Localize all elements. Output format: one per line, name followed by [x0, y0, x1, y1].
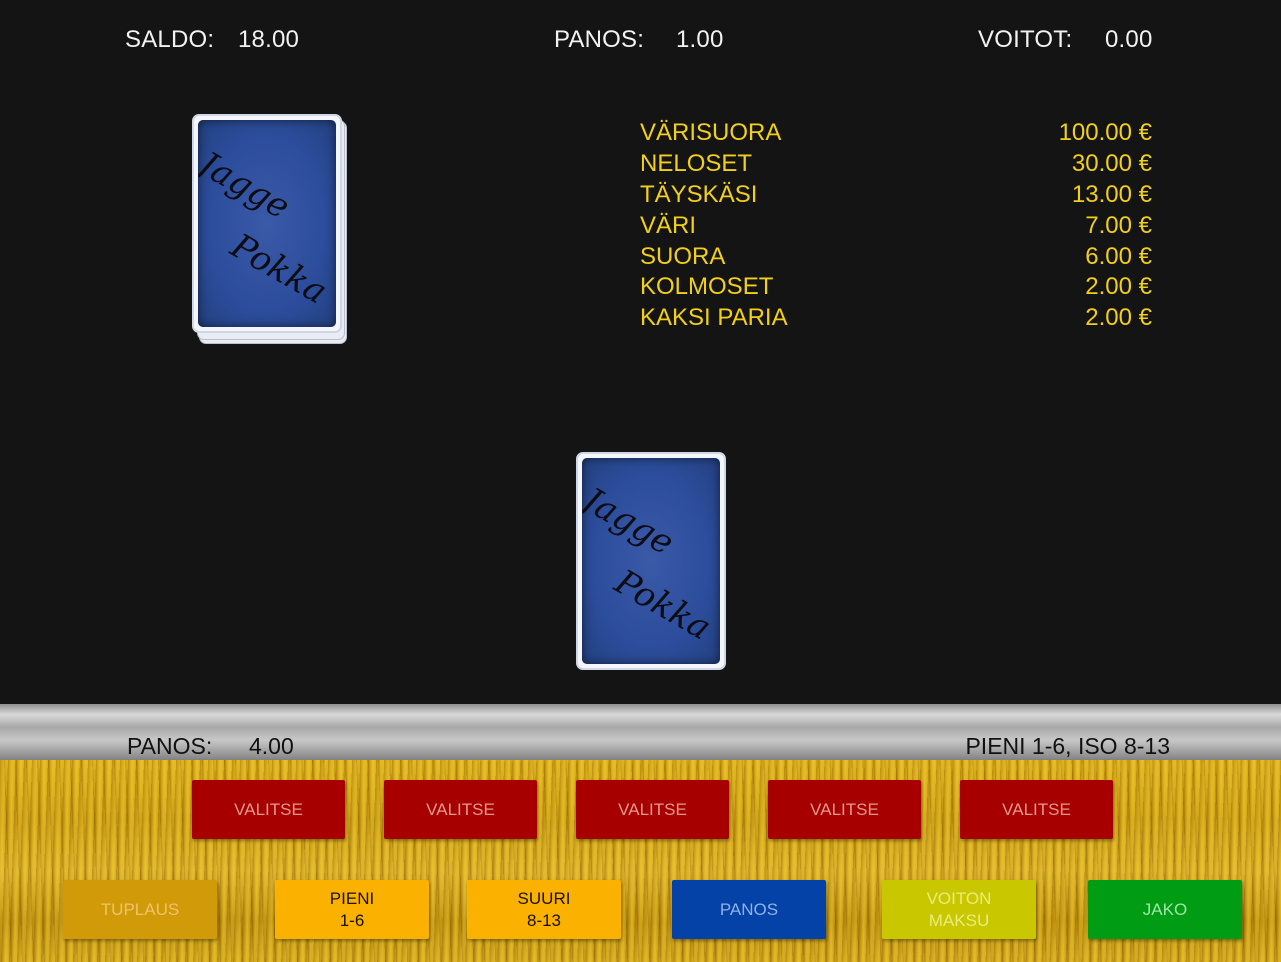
- select-button-4[interactable]: VALITSE: [768, 780, 921, 839]
- hand-payout: 100.00 €: [1058, 119, 1152, 147]
- hint-text: PIENI 1-6, ISO 8-13: [965, 733, 1170, 759]
- winnings-display: VOITOT: 0.00: [978, 26, 1152, 54]
- winnings-value: 0.00: [1105, 26, 1153, 53]
- saldo-display: SALDO: 18.00: [125, 26, 299, 54]
- hand-payout: 2.00 €: [1085, 273, 1152, 301]
- hand-name: KAKSI PARIA: [640, 304, 788, 332]
- deal-button[interactable]: JAKO: [1088, 880, 1242, 939]
- paytable-row: TÄYSKÄSI 13.00 €: [640, 180, 1152, 211]
- paytable-row: KAKSI PARIA 2.00 €: [640, 303, 1152, 334]
- bet-label: PANOS:: [554, 26, 645, 53]
- deck-top-card: Jagge Pokka: [192, 114, 342, 333]
- hand-name: KOLMOSET: [640, 273, 774, 301]
- hand-name: SUORA: [640, 242, 726, 270]
- card-back-text: Jagge: [198, 144, 297, 228]
- card-back-text: Pokka: [608, 562, 718, 649]
- hand-payout: 30.00 €: [1071, 150, 1152, 178]
- paytable-row: SUORA 6.00 €: [640, 241, 1152, 272]
- hand-payout: 7.00 €: [1085, 211, 1152, 239]
- total-bet-value: 4.00: [249, 733, 294, 759]
- double-up-button[interactable]: TUPLAUS: [63, 880, 217, 939]
- card-back-text: Pokka: [224, 226, 334, 313]
- saldo-value: 18.00: [238, 26, 300, 53]
- collect-win-button[interactable]: VOITON MAKSU: [882, 880, 1036, 939]
- paytable-row: VÄRI 7.00 €: [640, 210, 1152, 241]
- bet-display: PANOS: 1.00: [554, 26, 723, 54]
- dealt-card[interactable]: Jagge Pokka: [576, 452, 726, 670]
- card-back-face: Jagge Pokka: [198, 120, 336, 327]
- hand-payout: 2.00 €: [1085, 304, 1152, 332]
- bet-button[interactable]: PANOS: [672, 880, 826, 939]
- card-back-text: Jagge: [582, 480, 681, 564]
- small-button[interactable]: PIENI 1-6: [275, 880, 429, 939]
- paytable: VÄRISUORA 100.00 € NELOSET 30.00 € TÄYSK…: [640, 118, 1152, 334]
- select-button-3[interactable]: VALITSE: [576, 780, 729, 839]
- hand-name: TÄYSKÄSI: [640, 180, 758, 208]
- bet-value: 1.00: [676, 26, 724, 53]
- paytable-row: KOLMOSET 2.00 €: [640, 272, 1152, 303]
- info-bar: PANOS: 4.00 PIENI 1-6, ISO 8-13: [0, 704, 1281, 762]
- select-button-5[interactable]: VALITSE: [960, 780, 1113, 839]
- hand-payout: 13.00 €: [1071, 180, 1152, 208]
- card-back-face: Jagge Pokka: [582, 458, 720, 664]
- hand-payout: 6.00 €: [1085, 242, 1152, 270]
- big-button[interactable]: SUURI 8-13: [467, 880, 621, 939]
- paytable-row: VÄRISUORA 100.00 €: [640, 118, 1152, 149]
- hand-name: VÄRI: [640, 211, 697, 239]
- paytable-row: NELOSET 30.00 €: [640, 149, 1152, 180]
- select-button-2[interactable]: VALITSE: [384, 780, 537, 839]
- select-button-1[interactable]: VALITSE: [192, 780, 345, 839]
- hand-name: NELOSET: [640, 150, 753, 178]
- saldo-label: SALDO:: [125, 26, 215, 53]
- total-bet-label: PANOS:: [127, 733, 213, 759]
- winnings-label: VOITOT:: [978, 26, 1073, 53]
- hand-name: VÄRISUORA: [640, 119, 782, 147]
